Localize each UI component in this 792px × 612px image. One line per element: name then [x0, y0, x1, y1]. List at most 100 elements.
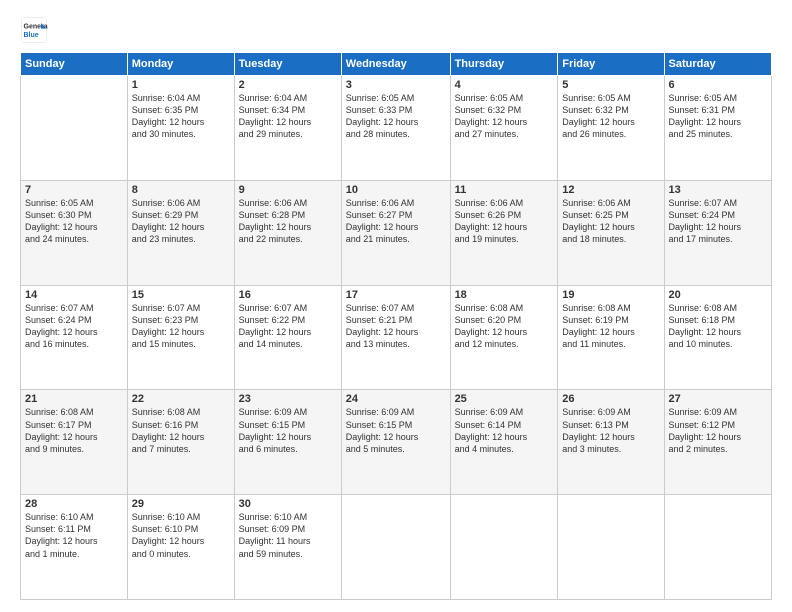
day-number: 2: [239, 79, 337, 91]
calendar-cell: [21, 76, 128, 181]
day-number: 5: [562, 79, 659, 91]
day-info: Sunrise: 6:06 AM Sunset: 6:28 PM Dayligh…: [239, 197, 337, 246]
day-info: Sunrise: 6:10 AM Sunset: 6:10 PM Dayligh…: [132, 511, 230, 560]
calendar-cell: 12Sunrise: 6:06 AM Sunset: 6:25 PM Dayli…: [558, 180, 664, 285]
header: General Blue: [20, 16, 772, 44]
day-info: Sunrise: 6:07 AM Sunset: 6:23 PM Dayligh…: [132, 302, 230, 351]
calendar-cell: 21Sunrise: 6:08 AM Sunset: 6:17 PM Dayli…: [21, 390, 128, 495]
day-number: 6: [669, 79, 767, 91]
calendar-cell: 15Sunrise: 6:07 AM Sunset: 6:23 PM Dayli…: [127, 285, 234, 390]
calendar-cell: [341, 495, 450, 600]
calendar-cell: 20Sunrise: 6:08 AM Sunset: 6:18 PM Dayli…: [664, 285, 771, 390]
day-info: Sunrise: 6:08 AM Sunset: 6:16 PM Dayligh…: [132, 406, 230, 455]
day-info: Sunrise: 6:08 AM Sunset: 6:20 PM Dayligh…: [455, 302, 554, 351]
calendar-header-thursday: Thursday: [450, 53, 558, 76]
day-info: Sunrise: 6:08 AM Sunset: 6:17 PM Dayligh…: [25, 406, 123, 455]
calendar-table: SundayMondayTuesdayWednesdayThursdayFrid…: [20, 52, 772, 600]
day-info: Sunrise: 6:09 AM Sunset: 6:15 PM Dayligh…: [346, 406, 446, 455]
day-number: 21: [25, 393, 123, 405]
calendar-cell: 3Sunrise: 6:05 AM Sunset: 6:33 PM Daylig…: [341, 76, 450, 181]
day-info: Sunrise: 6:05 AM Sunset: 6:32 PM Dayligh…: [455, 92, 554, 141]
day-info: Sunrise: 6:09 AM Sunset: 6:15 PM Dayligh…: [239, 406, 337, 455]
calendar-week-3: 14Sunrise: 6:07 AM Sunset: 6:24 PM Dayli…: [21, 285, 772, 390]
calendar-cell: 24Sunrise: 6:09 AM Sunset: 6:15 PM Dayli…: [341, 390, 450, 495]
day-number: 13: [669, 184, 767, 196]
day-number: 22: [132, 393, 230, 405]
day-number: 7: [25, 184, 123, 196]
day-info: Sunrise: 6:08 AM Sunset: 6:19 PM Dayligh…: [562, 302, 659, 351]
calendar-cell: 4Sunrise: 6:05 AM Sunset: 6:32 PM Daylig…: [450, 76, 558, 181]
day-info: Sunrise: 6:05 AM Sunset: 6:33 PM Dayligh…: [346, 92, 446, 141]
calendar-cell: [450, 495, 558, 600]
calendar-cell: 23Sunrise: 6:09 AM Sunset: 6:15 PM Dayli…: [234, 390, 341, 495]
calendar-cell: 16Sunrise: 6:07 AM Sunset: 6:22 PM Dayli…: [234, 285, 341, 390]
day-number: 9: [239, 184, 337, 196]
day-number: 14: [25, 289, 123, 301]
calendar-cell: 17Sunrise: 6:07 AM Sunset: 6:21 PM Dayli…: [341, 285, 450, 390]
logo-icon: General Blue: [20, 16, 48, 44]
day-info: Sunrise: 6:09 AM Sunset: 6:14 PM Dayligh…: [455, 406, 554, 455]
day-info: Sunrise: 6:07 AM Sunset: 6:22 PM Dayligh…: [239, 302, 337, 351]
day-number: 16: [239, 289, 337, 301]
calendar-header-monday: Monday: [127, 53, 234, 76]
day-info: Sunrise: 6:04 AM Sunset: 6:34 PM Dayligh…: [239, 92, 337, 141]
calendar-cell: 6Sunrise: 6:05 AM Sunset: 6:31 PM Daylig…: [664, 76, 771, 181]
calendar-cell: [664, 495, 771, 600]
calendar-header-tuesday: Tuesday: [234, 53, 341, 76]
calendar-cell: 11Sunrise: 6:06 AM Sunset: 6:26 PM Dayli…: [450, 180, 558, 285]
day-info: Sunrise: 6:07 AM Sunset: 6:24 PM Dayligh…: [669, 197, 767, 246]
calendar-cell: 30Sunrise: 6:10 AM Sunset: 6:09 PM Dayli…: [234, 495, 341, 600]
day-number: 28: [25, 498, 123, 510]
day-info: Sunrise: 6:07 AM Sunset: 6:21 PM Dayligh…: [346, 302, 446, 351]
day-number: 1: [132, 79, 230, 91]
day-info: Sunrise: 6:10 AM Sunset: 6:09 PM Dayligh…: [239, 511, 337, 560]
day-number: 29: [132, 498, 230, 510]
day-info: Sunrise: 6:09 AM Sunset: 6:13 PM Dayligh…: [562, 406, 659, 455]
page: General Blue SundayMondayTuesdayWednesda…: [0, 0, 792, 612]
calendar-week-5: 28Sunrise: 6:10 AM Sunset: 6:11 PM Dayli…: [21, 495, 772, 600]
calendar-header-sunday: Sunday: [21, 53, 128, 76]
day-number: 30: [239, 498, 337, 510]
day-number: 27: [669, 393, 767, 405]
calendar-week-1: 1Sunrise: 6:04 AM Sunset: 6:35 PM Daylig…: [21, 76, 772, 181]
day-number: 24: [346, 393, 446, 405]
day-info: Sunrise: 6:05 AM Sunset: 6:32 PM Dayligh…: [562, 92, 659, 141]
calendar-cell: 10Sunrise: 6:06 AM Sunset: 6:27 PM Dayli…: [341, 180, 450, 285]
day-number: 19: [562, 289, 659, 301]
day-number: 26: [562, 393, 659, 405]
day-info: Sunrise: 6:06 AM Sunset: 6:26 PM Dayligh…: [455, 197, 554, 246]
day-number: 11: [455, 184, 554, 196]
day-info: Sunrise: 6:06 AM Sunset: 6:27 PM Dayligh…: [346, 197, 446, 246]
calendar-cell: 9Sunrise: 6:06 AM Sunset: 6:28 PM Daylig…: [234, 180, 341, 285]
calendar-cell: 18Sunrise: 6:08 AM Sunset: 6:20 PM Dayli…: [450, 285, 558, 390]
calendar-cell: 14Sunrise: 6:07 AM Sunset: 6:24 PM Dayli…: [21, 285, 128, 390]
day-number: 18: [455, 289, 554, 301]
day-info: Sunrise: 6:05 AM Sunset: 6:31 PM Dayligh…: [669, 92, 767, 141]
day-number: 12: [562, 184, 659, 196]
calendar-header-saturday: Saturday: [664, 53, 771, 76]
day-info: Sunrise: 6:04 AM Sunset: 6:35 PM Dayligh…: [132, 92, 230, 141]
day-info: Sunrise: 6:08 AM Sunset: 6:18 PM Dayligh…: [669, 302, 767, 351]
day-info: Sunrise: 6:07 AM Sunset: 6:24 PM Dayligh…: [25, 302, 123, 351]
day-info: Sunrise: 6:06 AM Sunset: 6:29 PM Dayligh…: [132, 197, 230, 246]
calendar-cell: 25Sunrise: 6:09 AM Sunset: 6:14 PM Dayli…: [450, 390, 558, 495]
calendar-header-wednesday: Wednesday: [341, 53, 450, 76]
calendar-cell: 19Sunrise: 6:08 AM Sunset: 6:19 PM Dayli…: [558, 285, 664, 390]
calendar-cell: 22Sunrise: 6:08 AM Sunset: 6:16 PM Dayli…: [127, 390, 234, 495]
calendar-cell: 2Sunrise: 6:04 AM Sunset: 6:34 PM Daylig…: [234, 76, 341, 181]
calendar-cell: 13Sunrise: 6:07 AM Sunset: 6:24 PM Dayli…: [664, 180, 771, 285]
day-number: 4: [455, 79, 554, 91]
calendar-cell: 1Sunrise: 6:04 AM Sunset: 6:35 PM Daylig…: [127, 76, 234, 181]
day-number: 15: [132, 289, 230, 301]
logo: General Blue: [20, 16, 48, 44]
day-number: 3: [346, 79, 446, 91]
calendar-cell: 5Sunrise: 6:05 AM Sunset: 6:32 PM Daylig…: [558, 76, 664, 181]
day-number: 8: [132, 184, 230, 196]
day-info: Sunrise: 6:06 AM Sunset: 6:25 PM Dayligh…: [562, 197, 659, 246]
day-number: 25: [455, 393, 554, 405]
calendar-cell: 26Sunrise: 6:09 AM Sunset: 6:13 PM Dayli…: [558, 390, 664, 495]
calendar-header-row: SundayMondayTuesdayWednesdayThursdayFrid…: [21, 53, 772, 76]
day-number: 10: [346, 184, 446, 196]
day-info: Sunrise: 6:05 AM Sunset: 6:30 PM Dayligh…: [25, 197, 123, 246]
day-number: 23: [239, 393, 337, 405]
